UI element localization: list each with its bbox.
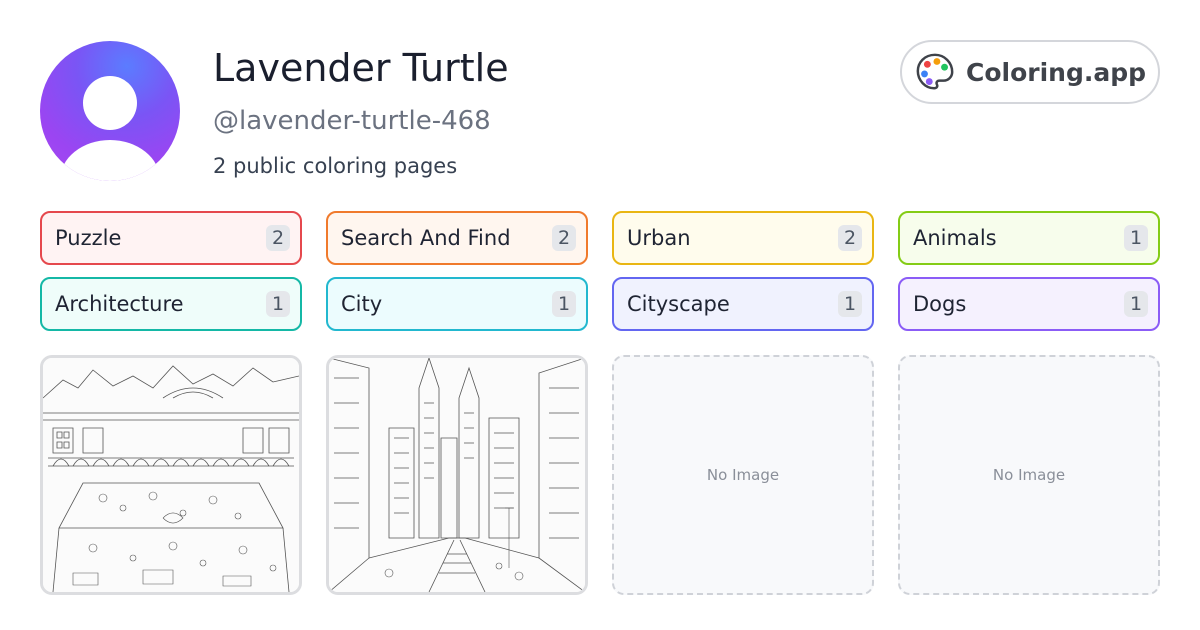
tag-cityscape[interactable]: Cityscape 1: [612, 277, 874, 331]
tag-label: Cityscape: [627, 292, 730, 316]
profile-name: Lavender Turtle: [213, 46, 509, 90]
tag-count-badge: 2: [838, 225, 862, 251]
coloring-page-grid: No Image No Image: [40, 355, 1160, 595]
coloring-page-card-empty[interactable]: No Image: [898, 355, 1160, 595]
brand-label: Coloring.app: [966, 57, 1147, 87]
tag-count-badge: 1: [552, 291, 576, 317]
tag-count-badge: 1: [838, 291, 862, 317]
tag-count-badge: 1: [266, 291, 290, 317]
profile-handle: @lavender-turtle-468: [213, 106, 491, 136]
tag-count-badge: 2: [552, 225, 576, 251]
tag-urban[interactable]: Urban 2: [612, 211, 874, 265]
page-count: 2 public coloring pages: [213, 154, 458, 178]
coloring-page-card-market-square[interactable]: [40, 355, 302, 595]
tag-count-badge: 1: [1124, 225, 1148, 251]
no-image-label: No Image: [992, 466, 1066, 484]
coloring-page-card-city-street[interactable]: [326, 355, 588, 595]
tag-label: Search And Find: [341, 226, 511, 250]
city-street-thumbnail: [329, 358, 585, 592]
no-image-label: No Image: [706, 466, 780, 484]
tag-label: Urban: [627, 226, 691, 250]
tag-dogs[interactable]: Dogs 1: [898, 277, 1160, 331]
tag-animals[interactable]: Animals 1: [898, 211, 1160, 265]
user-avatar-icon-body: [60, 140, 160, 181]
tag-search-and-find[interactable]: Search And Find 2: [326, 211, 588, 265]
tag-label: Architecture: [55, 292, 184, 316]
tag-city[interactable]: City 1: [326, 277, 588, 331]
tag-label: Dogs: [913, 292, 967, 316]
user-avatar-icon-head: [83, 76, 137, 130]
palette-icon: [916, 53, 954, 90]
profile-avatar: [40, 41, 180, 181]
tag-architecture[interactable]: Architecture 1: [40, 277, 302, 331]
tag-label: Animals: [913, 226, 997, 250]
tag-count-badge: 2: [266, 225, 290, 251]
coloring-page-card-empty[interactable]: No Image: [612, 355, 874, 595]
market-square-thumbnail: [43, 358, 299, 592]
tag-label: City: [341, 292, 383, 316]
tag-puzzle[interactable]: Puzzle 2: [40, 211, 302, 265]
tag-label: Puzzle: [55, 226, 122, 250]
tag-count-badge: 1: [1124, 291, 1148, 317]
brand-button[interactable]: Coloring.app: [900, 40, 1160, 104]
tag-list: Puzzle 2 Search And Find 2 Urban 2 Animals 1…: [40, 211, 1160, 331]
